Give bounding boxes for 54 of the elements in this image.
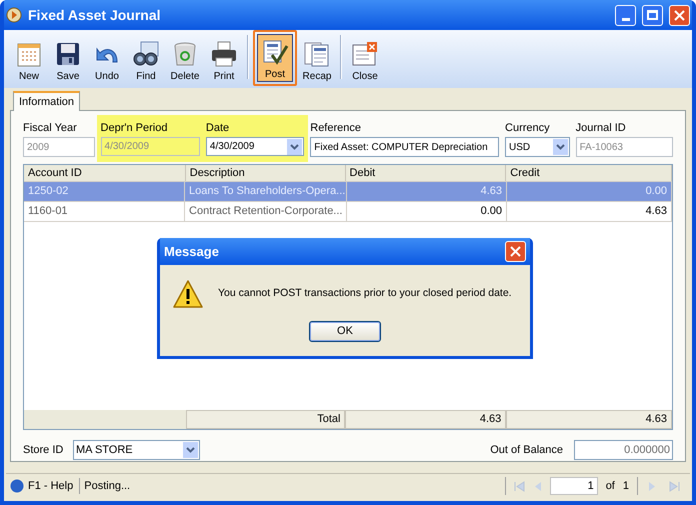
maximize-button[interactable] xyxy=(642,4,663,26)
help-icon xyxy=(10,479,24,493)
tab[interactable]: Information xyxy=(13,91,80,111)
ok-button[interactable]: OK xyxy=(309,321,381,342)
printer-icon xyxy=(210,40,238,68)
toolbar-button[interactable]: Post xyxy=(257,34,293,82)
field-label: Fiscal Year xyxy=(23,121,78,135)
dropdown-field[interactable]: USD xyxy=(505,137,570,157)
total-cell: 4.63 xyxy=(345,410,506,430)
column-header[interactable]: Credit xyxy=(506,165,672,181)
page-total-text: 1 xyxy=(622,478,629,494)
out-of-balance-field: 0.000000 xyxy=(574,440,673,460)
field-label: Currency xyxy=(505,121,551,135)
documents-icon xyxy=(303,40,331,68)
toolbar-button[interactable]: New xyxy=(10,34,48,84)
field-label: Reference xyxy=(310,121,362,135)
dropdown-field[interactable]: 4/30/2009 xyxy=(206,137,304,156)
field-label: Depr'n Period xyxy=(100,121,168,135)
field-label: Out of Balance xyxy=(490,442,563,458)
close-button[interactable] xyxy=(505,241,526,262)
document-checkmark-icon xyxy=(261,38,289,66)
dialog-title: Message xyxy=(164,242,220,261)
table-row[interactable]: 1160-01 Contract Retention-Corporate... 0.00 4.63 xyxy=(24,202,672,222)
page-of-text: of xyxy=(606,478,615,494)
window-title: Fixed Asset Journal xyxy=(28,6,162,24)
column-header[interactable]: Description xyxy=(186,165,346,181)
total-label: Total xyxy=(186,410,346,430)
store-dropdown[interactable]: MA STORE xyxy=(73,440,200,460)
app-icon xyxy=(6,7,22,23)
field-label: Store ID xyxy=(23,442,64,458)
close-icon xyxy=(510,246,521,257)
field-label: Date xyxy=(206,121,230,135)
toolbar-button[interactable]: Recap xyxy=(298,34,336,84)
minimize-button[interactable] xyxy=(615,4,636,26)
help-text: F1 - Help xyxy=(28,478,80,494)
toolbar-button[interactable]: Print xyxy=(205,34,243,84)
toolbar-button[interactable]: Close xyxy=(346,34,384,84)
toolbar-button[interactable]: Delete xyxy=(166,34,204,84)
dialog-message: You cannot POST transactions prior to your closed period date. xyxy=(218,286,512,302)
warning-icon xyxy=(172,279,204,309)
column-header[interactable]: Debit xyxy=(346,165,506,181)
toolbar-button[interactable]: Find xyxy=(127,34,165,84)
status-text: Posting... xyxy=(84,478,132,494)
column-header[interactable]: Account ID xyxy=(24,165,186,181)
binoculars-icon xyxy=(132,40,160,68)
page-number-field[interactable]: 1 xyxy=(550,477,598,495)
close-icon xyxy=(674,10,685,20)
toolbar-button[interactable]: Save xyxy=(49,34,87,84)
close-button[interactable] xyxy=(669,4,690,26)
text-field[interactable]: Fixed Asset: COMPUTER Depreciation xyxy=(310,137,500,157)
toolbar-button[interactable]: Undo xyxy=(88,34,126,84)
total-cell: 4.63 xyxy=(506,410,672,430)
window-close-icon xyxy=(351,40,379,68)
field-label: Journal ID xyxy=(576,121,627,135)
